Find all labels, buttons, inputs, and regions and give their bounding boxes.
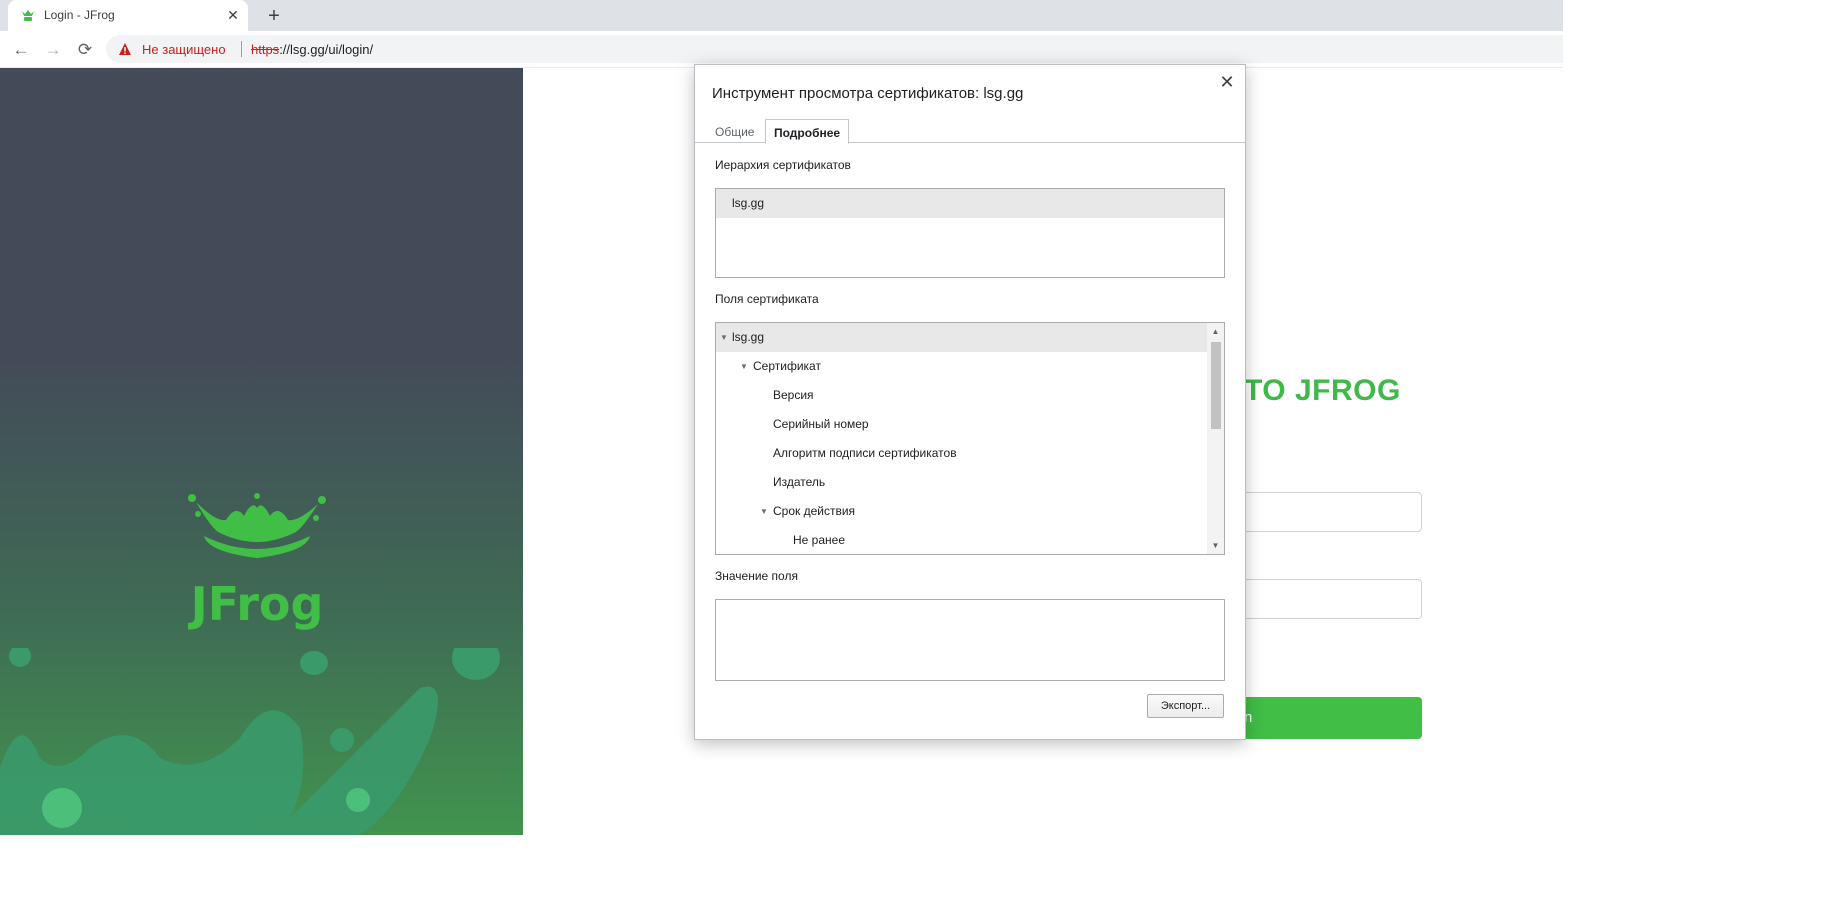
green-splash-decoration — [0, 648, 500, 835]
url-rest: ://lsg.gg/ui/login/ — [279, 42, 374, 57]
url-text[interactable]: https://lsg.gg/ui/login/ — [251, 42, 373, 57]
forward-arrow-icon[interactable]: → — [41, 38, 65, 62]
dialog-title: Инструмент просмотра сертификатов: lsg.g… — [712, 85, 1024, 102]
hero-panel: JFrog — [0, 68, 523, 835]
back-arrow-icon[interactable]: ← — [9, 38, 33, 62]
browser-tab-login[interactable]: Login - JFrog ✕ — [8, 0, 248, 31]
tree-item-lsg[interactable]: ▼ lsg.gg — [716, 323, 1224, 352]
browser-window: Login - JFrog ✕ + ← → ⟳ Не защищено http… — [0, 0, 1563, 835]
tab-close-icon[interactable]: ✕ — [224, 6, 242, 24]
tab-general[interactable]: Общие — [707, 119, 762, 143]
fields-label: Поля сертификата — [715, 292, 819, 306]
tab-details[interactable]: Подробнее — [765, 119, 850, 144]
tab-title: Login - JFrog — [44, 8, 115, 22]
tree-item-label: lsg.gg — [732, 330, 765, 344]
certificate-fields-tree[interactable]: ▼ lsg.gg ▼ Сертификат Версия Серийный но… — [715, 322, 1225, 555]
jfrog-logo-icon: JFrog — [188, 493, 326, 631]
tree-item-validity[interactable]: ▼ Срок действия — [716, 497, 1224, 526]
hierarchy-item-lsg[interactable]: lsg.gg — [716, 189, 1224, 218]
scrollbar-thumb[interactable] — [1211, 342, 1221, 429]
hierarchy-item-label: lsg.gg — [732, 196, 765, 210]
field-value-textarea[interactable] — [715, 599, 1225, 681]
tree-item-label: Не ранее — [793, 533, 845, 547]
omnibox-divider — [241, 41, 242, 57]
tree-item-issuer[interactable]: Издатель — [716, 468, 1224, 497]
scroll-down-arrow-icon[interactable]: ▼ — [1207, 537, 1224, 554]
expand-caret-icon[interactable]: ▼ — [740, 352, 750, 381]
password-input[interactable] — [1244, 579, 1422, 619]
tree-item-certificate[interactable]: ▼ Сертификат — [716, 352, 1224, 381]
security-status[interactable]: Не защищено — [142, 42, 226, 57]
dialog-close-icon[interactable]: ✕ — [1216, 71, 1238, 93]
expand-caret-icon[interactable]: ▼ — [720, 323, 730, 352]
tree-item-not-before[interactable]: Не ранее — [716, 526, 1224, 554]
username-input[interactable] — [1244, 492, 1422, 532]
tree-item-label: Серийный номер — [773, 417, 869, 431]
tab-strip: Login - JFrog ✕ + — [0, 0, 1563, 31]
browser-toolbar: ← → ⟳ Не защищено https://lsg.gg/ui/logi… — [0, 31, 1563, 68]
tree-item-label: Срок действия — [773, 504, 856, 518]
tree-item-label: Издатель — [773, 475, 826, 489]
tree-item-label: Версия — [773, 388, 814, 402]
login-heading: TO JFROG — [1244, 374, 1401, 407]
warning-triangle-icon — [119, 43, 131, 55]
tree-item-label: Алгоритм подписи сертификатов — [773, 446, 957, 460]
tree-item-label: Сертификат — [753, 359, 821, 373]
jfrog-favicon-icon — [22, 10, 34, 21]
svg-text:JFrog: JFrog — [188, 577, 324, 631]
export-button[interactable]: Экспорт... — [1147, 694, 1224, 718]
scroll-up-arrow-icon[interactable]: ▲ — [1207, 323, 1224, 340]
hierarchy-label: Иерархия сертификатов — [715, 158, 851, 172]
hierarchy-list[interactable]: lsg.gg — [715, 188, 1225, 278]
new-tab-button[interactable]: + — [262, 4, 286, 28]
tree-item-version[interactable]: Версия — [716, 381, 1224, 410]
reload-icon[interactable]: ⟳ — [73, 38, 97, 62]
login-button[interactable]: n — [1244, 697, 1422, 739]
url-scheme: https — [251, 42, 280, 57]
address-bar[interactable]: Не защищено https://lsg.gg/ui/login/ — [106, 35, 1563, 63]
tree-item-signature-algorithm[interactable]: Алгоритм подписи сертификатов — [716, 439, 1224, 468]
expand-caret-icon[interactable]: ▼ — [760, 497, 770, 526]
certificate-viewer-dialog: Инструмент просмотра сертификатов: lsg.g… — [694, 64, 1246, 740]
tree-item-serial-number[interactable]: Серийный номер — [716, 410, 1224, 439]
tree-scrollbar[interactable]: ▲ ▼ — [1207, 323, 1224, 554]
dialog-tabs: Общие Подробнее — [695, 119, 1245, 144]
field-value-label: Значение поля — [715, 569, 798, 583]
